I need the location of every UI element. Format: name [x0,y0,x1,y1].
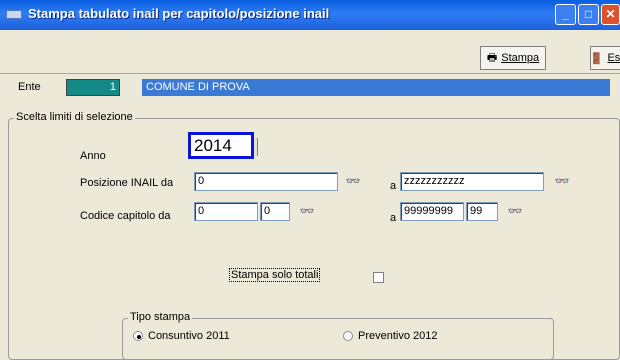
capitolo-a-label: a [390,212,397,224]
preventivo-label[interactable]: Preventivo 2012 [358,330,438,342]
ente-name-field: COMUNE DI PROVA [142,79,610,96]
consuntivo-label[interactable]: Consuntivo 2011 [148,330,230,342]
capitolo-from-lookup-button[interactable]: 👓 [295,202,319,220]
preventivo-radio[interactable] [343,331,353,341]
consuntivo-radio[interactable] [133,331,143,341]
stampa-totali-label[interactable]: Stampa solo totali [229,268,321,282]
posizione-from-input[interactable]: 0 [194,172,338,191]
app-icon [6,10,22,19]
posizione-a-label: a [390,180,397,192]
printer-icon: 🖶 [486,51,498,64]
close-icon: ✕ [605,7,616,21]
minimize-button[interactable]: _ [555,4,576,25]
ente-label: Ente [18,81,41,93]
capitolo-from-1-input[interactable]: 0 [194,202,258,221]
close-button[interactable]: ✕ [601,4,620,25]
tipo-stampa-group-label: Tipo stampa [128,311,193,323]
stampa-totali-checkbox[interactable] [373,272,384,283]
minimize-icon: _ [562,7,569,21]
posizione-to-lookup-button[interactable]: 👓 [550,172,574,190]
maximize-icon: □ [584,7,593,21]
anno-label: Anno [80,150,106,162]
binoculars-icon: 👓 [554,174,570,188]
window-title: Stampa tabulato inail per capitolo/posiz… [28,6,330,21]
capitolo-from-2-input[interactable]: 0 [260,202,290,221]
capitolo-to-1-input[interactable]: 99999999 [400,202,464,221]
posizione-to-input[interactable]: zzzzzzzzzzz [400,172,544,191]
ente-code-field[interactable]: 1 [66,79,120,96]
binoculars-icon: 👓 [345,174,361,188]
capitolo-label: Codice capitolo da [80,210,171,222]
exit-door-icon: 🚪 [589,52,604,65]
capitolo-to-lookup-button[interactable]: 👓 [503,202,527,220]
stampa-label: Stampa [501,52,540,64]
anno-spinner[interactable] [254,138,258,156]
capitolo-to-2-input[interactable]: 99 [466,202,498,221]
posizione-from-lookup-button[interactable]: 👓 [341,172,365,190]
binoculars-icon: 👓 [507,204,523,218]
binoculars-icon: 👓 [299,204,315,218]
esci-button[interactable]: 🚪 Esci [590,46,620,70]
esci-label: Esci [607,52,620,64]
posizione-label: Posizione INAIL da [80,177,174,189]
stampa-button[interactable]: 🖶 Stampa [480,46,546,70]
anno-input[interactable]: 2014 [188,132,254,159]
selezione-group-label: Scelta limiti di selezione [14,111,135,123]
maximize-button[interactable]: □ [578,4,599,25]
